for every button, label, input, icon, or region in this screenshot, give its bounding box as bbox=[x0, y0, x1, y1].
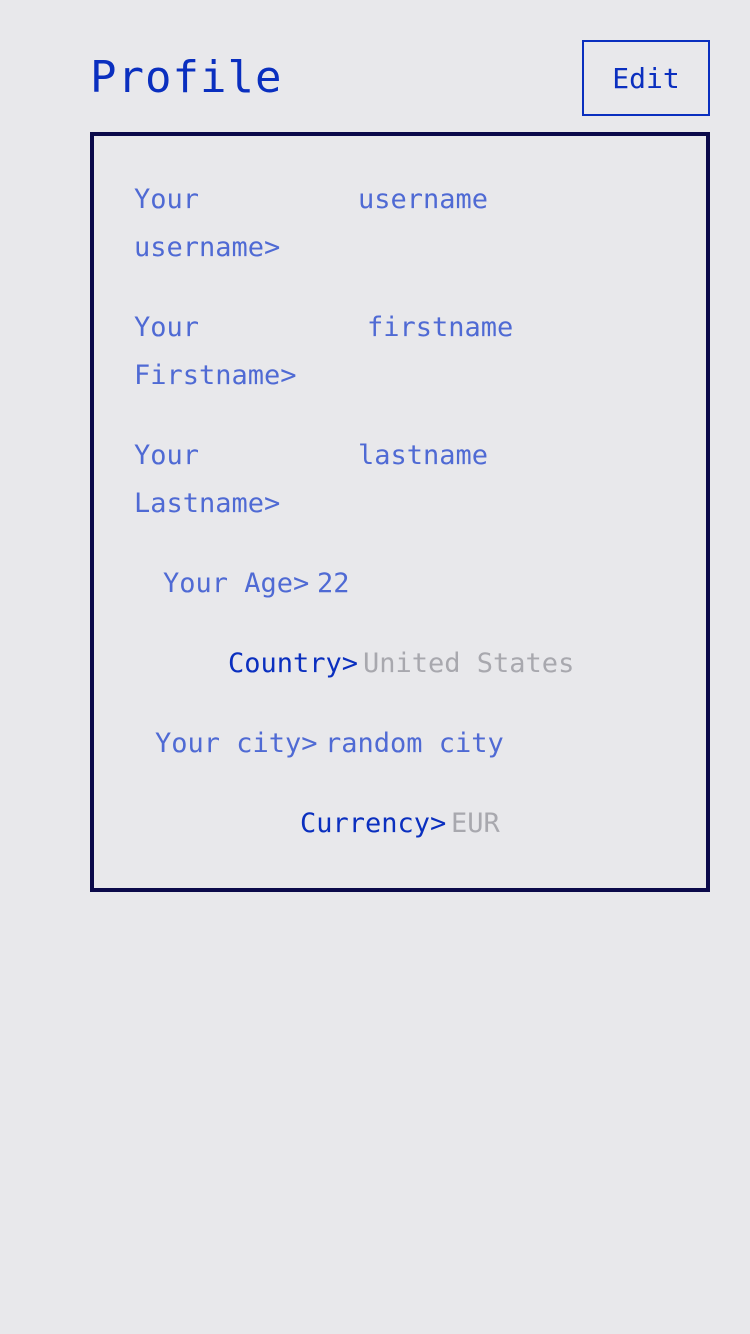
edit-button[interactable]: Edit bbox=[582, 40, 710, 116]
currency-value: EUR bbox=[451, 808, 500, 839]
lastname-label: Your bbox=[134, 440, 200, 471]
username-label-cont: username> bbox=[134, 232, 281, 263]
city-label: Your city> bbox=[155, 728, 318, 759]
firstname-value: firstname bbox=[367, 312, 514, 343]
country-value: United States bbox=[363, 648, 575, 679]
username-value: username bbox=[358, 184, 489, 215]
age-label: Your Age> bbox=[163, 568, 310, 599]
username-label: Your bbox=[134, 184, 200, 215]
lastname-label-cont: Lastname> bbox=[134, 488, 281, 519]
firstname-label: Your bbox=[134, 312, 200, 343]
profile-card: Your username username> Your firstname F… bbox=[90, 132, 710, 892]
page-title: Profile bbox=[90, 52, 283, 103]
firstname-label-cont: Firstname> bbox=[134, 360, 297, 391]
currency-label: Currency> bbox=[300, 808, 447, 839]
country-label: Country> bbox=[228, 648, 359, 679]
age-value: 22 bbox=[317, 568, 350, 599]
lastname-value: lastname bbox=[358, 440, 489, 471]
city-value: random city bbox=[325, 728, 504, 759]
